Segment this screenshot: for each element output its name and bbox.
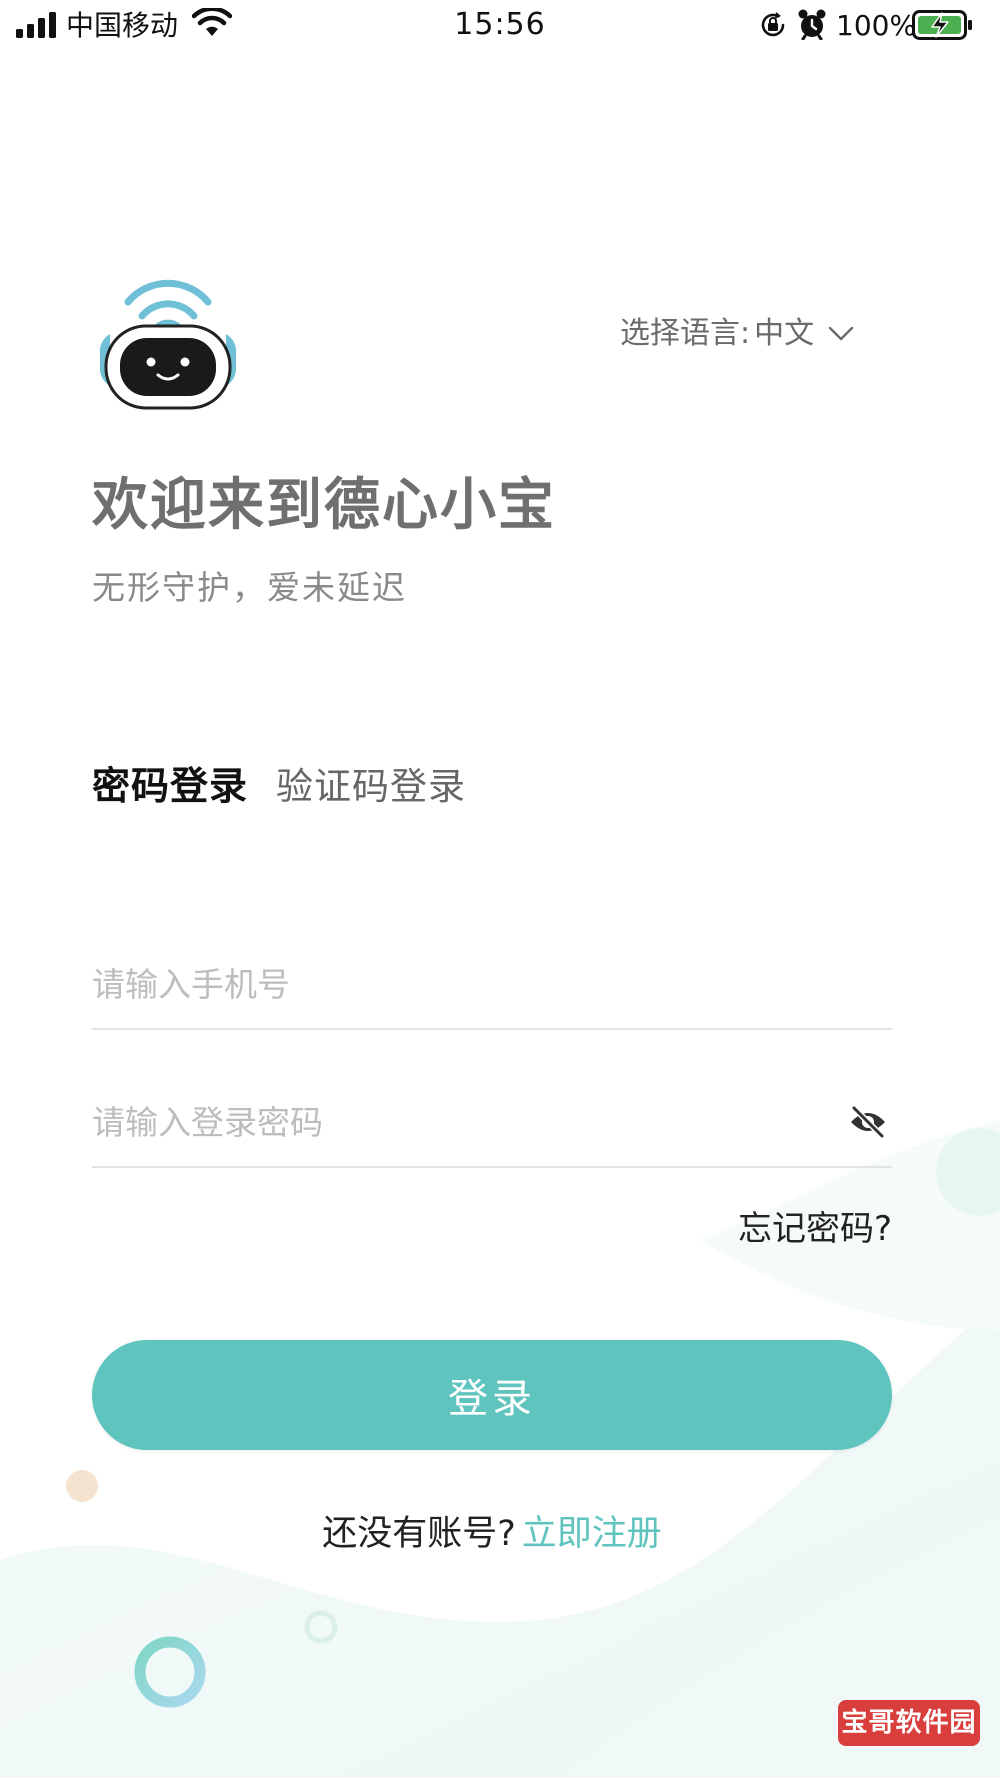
register-prompt: 还没有账号? — [322, 1514, 516, 1554]
welcome-title: 欢迎来到德心小宝 — [92, 473, 556, 538]
password-field-row — [92, 1078, 892, 1168]
register-link[interactable]: 立即注册 — [522, 1514, 662, 1554]
welcome-subtitle: 无形守护，爱未延迟 — [92, 568, 407, 607]
robot-logo — [99, 279, 237, 410]
battery-charging-icon — [912, 10, 972, 40]
phone-input[interactable] — [92, 956, 812, 1012]
phone-field-row — [92, 940, 892, 1030]
register-row: 还没有账号? 立即注册 — [0, 1508, 984, 1560]
status-bar: 中国移动 15:56 100% — [0, 0, 1000, 56]
language-value: 中文 — [754, 316, 815, 351]
chevron-down-icon — [828, 326, 854, 341]
forgot-password-link[interactable]: 忘记密码? — [738, 1204, 892, 1254]
login-button[interactable]: 登录 — [92, 1340, 892, 1450]
watermark-badge: 宝哥软件园 — [838, 1700, 980, 1746]
language-label: 选择语言: — [620, 316, 751, 351]
language-selector[interactable]: 选择语言: 中文 — [620, 312, 854, 356]
battery-percent: 100% — [836, 9, 917, 42]
login-tabs: 密码登录 验证码登录 — [92, 758, 466, 815]
alarm-icon — [798, 9, 826, 40]
eye-off-icon[interactable] — [848, 1104, 888, 1140]
tab-password-login[interactable]: 密码登录 — [92, 758, 248, 814]
lock-rotation-icon — [761, 12, 785, 37]
tab-code-login[interactable]: 验证码登录 — [276, 759, 466, 815]
password-input[interactable] — [92, 1094, 812, 1150]
